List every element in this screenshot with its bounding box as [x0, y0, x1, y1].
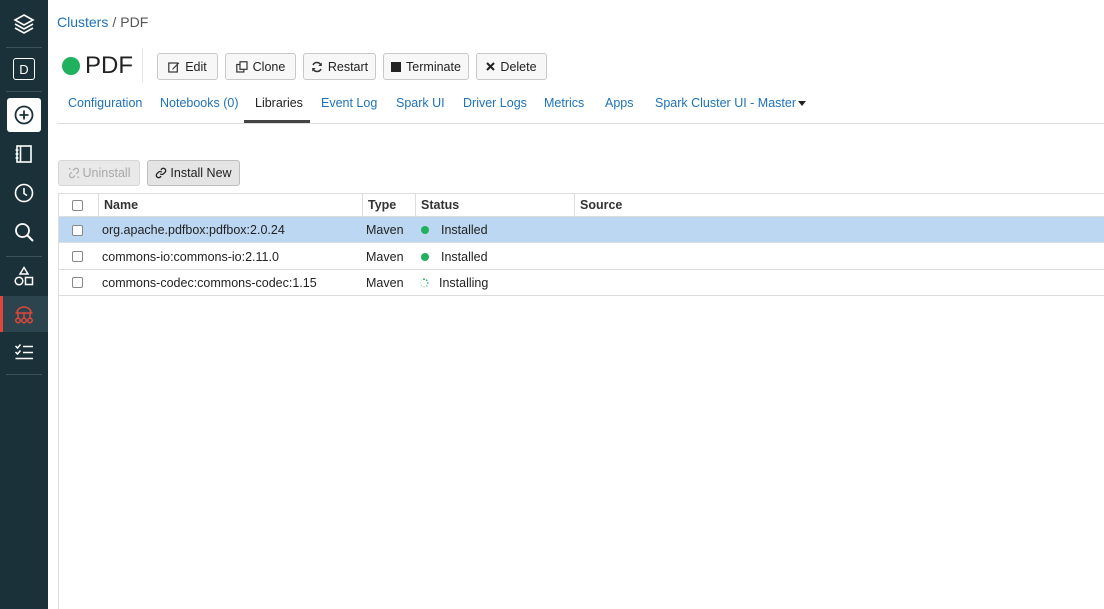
libraries-table: Name Type Status Source org.apache.pdfbo…: [58, 193, 1104, 609]
tab-driver-logs[interactable]: Driver Logs: [463, 96, 527, 110]
uninstall-button[interactable]: Uninstall: [58, 160, 140, 186]
create-plus-icon: [14, 105, 34, 125]
tab-libraries[interactable]: Libraries: [255, 96, 303, 110]
sidebar-item-create[interactable]: [0, 97, 48, 133]
column-header-status[interactable]: Status: [415, 194, 574, 216]
sidebar-separator: [6, 47, 42, 48]
library-type: Maven: [366, 223, 404, 237]
breadcrumb: Clusters / PDF: [57, 14, 148, 30]
sidebar-item-notebooks[interactable]: [0, 136, 48, 172]
row-checkbox[interactable]: [72, 251, 83, 262]
sidebar-separator: [6, 256, 42, 257]
column-header-type[interactable]: Type: [362, 194, 415, 216]
delete-button-label: Delete: [500, 59, 537, 74]
sidebar-item-workspace[interactable]: D: [0, 51, 48, 87]
restart-button-label: Restart: [327, 59, 369, 74]
library-status-label: Installed: [441, 250, 488, 264]
library-type: Maven: [366, 276, 404, 290]
sidebar: D: [0, 0, 48, 609]
installed-status-icon: [421, 253, 429, 261]
tab-metrics[interactable]: Metrics: [544, 96, 584, 110]
breadcrumb-clusters-link[interactable]: Clusters: [57, 14, 108, 30]
sidebar-item-home[interactable]: [0, 6, 48, 42]
search-icon: [15, 223, 34, 242]
layers-icon: [13, 14, 35, 34]
install-new-button-label: Install New: [170, 166, 232, 180]
clone-button-label: Clone: [252, 59, 286, 74]
clone-icon: [235, 60, 248, 73]
chevron-down-icon: [798, 101, 807, 107]
tab-notebooks[interactable]: Notebooks (0): [160, 96, 239, 110]
library-status: Installed: [421, 244, 488, 270]
select-all-checkbox[interactable]: [72, 200, 83, 211]
compute-cluster-icon: [15, 306, 33, 324]
library-name: commons-codec:commons-codec:1.15: [102, 276, 317, 290]
table-row[interactable]: commons-codec:commons-codec:1.15 Maven I…: [59, 270, 1104, 296]
sidebar-item-compute[interactable]: [0, 296, 48, 332]
library-name: commons-io:commons-io:2.11.0: [102, 250, 279, 264]
refresh-icon: [312, 61, 322, 72]
edit-button-label: Edit: [185, 59, 207, 74]
workspace-d-icon: D: [13, 58, 35, 80]
spinner-icon: [419, 278, 429, 288]
uninstall-button-label: Uninstall: [82, 166, 131, 180]
breadcrumb-current: PDF: [120, 14, 149, 30]
sidebar-item-data[interactable]: [0, 258, 48, 294]
delete-button[interactable]: Delete: [476, 53, 547, 80]
stop-icon: [391, 61, 402, 72]
recents-clock-icon: [14, 183, 34, 203]
notebook-icon: [15, 145, 32, 163]
table-header: Name Type Status Source: [59, 193, 1104, 217]
restart-button[interactable]: Restart: [303, 53, 376, 80]
library-type: Maven: [366, 250, 404, 264]
edit-icon: [168, 61, 180, 73]
library-status-label: Installed: [441, 223, 488, 237]
library-status: Installing: [419, 270, 488, 296]
cluster-status-dot: [62, 57, 80, 75]
terminate-button-label: Terminate: [406, 59, 461, 74]
sidebar-separator: [6, 374, 42, 375]
library-status: Installed: [421, 217, 488, 243]
active-indicator: [0, 296, 3, 332]
tab-apps[interactable]: Apps: [605, 96, 634, 110]
cluster-tabs: Configuration Notebooks (0) Libraries Ev…: [57, 85, 1104, 124]
unlink-icon: [68, 167, 79, 179]
sidebar-item-recents[interactable]: [0, 175, 48, 211]
create-button-bg: [7, 98, 41, 132]
link-icon: [156, 167, 167, 179]
library-status-label: Installing: [439, 276, 489, 290]
install-new-button[interactable]: Install New: [147, 160, 240, 186]
clone-button[interactable]: Clone: [225, 53, 296, 80]
page-title: PDF: [85, 52, 133, 79]
row-checkbox[interactable]: [72, 225, 83, 236]
tab-spark-ui[interactable]: Spark UI: [396, 96, 445, 110]
sidebar-item-search[interactable]: [0, 214, 48, 250]
close-icon: [486, 62, 496, 71]
installed-status-icon: [421, 226, 429, 234]
column-header-name[interactable]: Name: [98, 194, 362, 216]
breadcrumb-separator: /: [112, 14, 117, 30]
tab-spark-cluster-ui[interactable]: Spark Cluster UI - Master: [655, 96, 807, 110]
sidebar-item-jobs[interactable]: [0, 334, 48, 370]
jobs-list-icon: [14, 344, 33, 360]
library-name: org.apache.pdfbox:pdfbox:2.0.24: [102, 223, 285, 237]
tab-configuration[interactable]: Configuration: [68, 96, 142, 110]
active-tab-underline: [244, 120, 310, 123]
table-row[interactable]: org.apache.pdfbox:pdfbox:2.0.24 Maven In…: [59, 217, 1104, 243]
sidebar-separator: [6, 91, 42, 92]
row-checkbox[interactable]: [72, 277, 83, 288]
shapes-icon: [14, 266, 34, 286]
table-row[interactable]: commons-io:commons-io:2.11.0 Maven Insta…: [59, 244, 1104, 270]
tab-spark-cluster-ui-label: Spark Cluster UI - Master: [655, 96, 797, 110]
column-header-source[interactable]: Source: [574, 194, 1104, 216]
title-divider: [142, 48, 143, 82]
terminate-button[interactable]: Terminate: [383, 53, 469, 80]
edit-button[interactable]: Edit: [157, 53, 218, 80]
tab-event-log[interactable]: Event Log: [321, 96, 377, 110]
